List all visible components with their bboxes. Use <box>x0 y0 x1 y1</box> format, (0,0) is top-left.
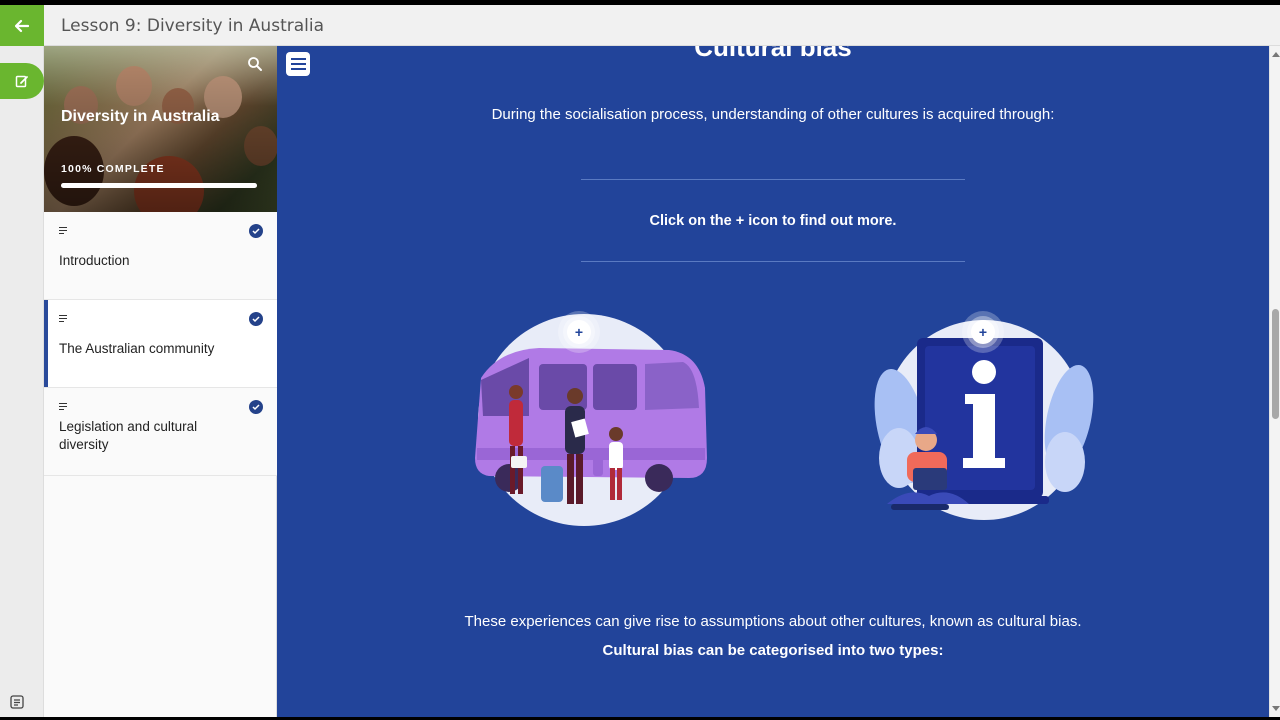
course-title: Diversity in Australia <box>61 108 220 125</box>
sidebar-item-label: The Australian community <box>59 341 215 356</box>
check-circle-icon <box>249 400 263 414</box>
check-circle-icon <box>249 224 263 238</box>
instruction-text: Click on the + icon to find out more. <box>649 213 897 229</box>
divider <box>581 179 965 180</box>
hotspot-plus-button[interactable]: + <box>962 311 1004 353</box>
text-lesson-icon <box>59 227 67 234</box>
sidebar-item-legislation[interactable]: Legislation and cultural diversity <box>44 388 277 476</box>
left-rail <box>0 46 44 717</box>
sidebar-item-australian-community[interactable]: The Australian community <box>44 300 277 388</box>
main-scrollbar[interactable] <box>1269 46 1280 717</box>
progress-bar-fill <box>61 183 257 188</box>
notes-toggle-button[interactable] <box>0 63 44 99</box>
search-icon[interactable] <box>247 56 263 72</box>
lesson-title: Lesson 9: Diversity in Australia <box>61 16 325 36</box>
bottom-text-bold: Cultural bias can be categorised into tw… <box>602 642 944 659</box>
plus-icon: + <box>567 320 591 344</box>
course-hero: Diversity in Australia 100% COMPLETE <box>44 46 277 212</box>
edit-note-icon <box>15 75 28 88</box>
scroll-down-icon[interactable] <box>1272 706 1280 711</box>
scroll-up-icon[interactable] <box>1272 52 1280 57</box>
sidebar-item-label: Legislation and cultural diversity <box>59 419 198 452</box>
divider <box>581 261 965 262</box>
app-frame: Lesson 9: Diversity in Australia Diversi… <box>0 5 1280 717</box>
bottom-paragraph: These experiences can give rise to assum… <box>447 607 1099 665</box>
text-lesson-icon <box>59 315 67 322</box>
scrollbar-thumb[interactable] <box>1272 309 1279 419</box>
back-button[interactable] <box>0 5 44 46</box>
notes-icon[interactable] <box>10 695 24 709</box>
top-bar: Lesson 9: Diversity in Australia <box>0 5 1280 46</box>
plus-icon: + <box>971 320 995 344</box>
sidebar-item-introduction[interactable]: Introduction <box>44 212 277 300</box>
text-lesson-icon <box>59 403 67 410</box>
bottom-text-plain: These experiences can give rise to assum… <box>464 613 1082 630</box>
progress-bar <box>61 183 257 188</box>
intro-text: During the socialisation process, unders… <box>491 106 1055 123</box>
lesson-content: Cultural bias During the socialisation p… <box>277 46 1269 717</box>
progress-label: 100% COMPLETE <box>61 163 165 175</box>
sidebar-item-label: Introduction <box>59 253 130 268</box>
check-circle-icon <box>249 312 263 326</box>
arrow-left-icon <box>15 19 29 32</box>
hotspot-plus-button[interactable]: + <box>558 311 600 353</box>
course-sidebar: Diversity in Australia 100% COMPLETE Int… <box>44 46 277 717</box>
section-heading: Cultural bias <box>694 46 852 62</box>
